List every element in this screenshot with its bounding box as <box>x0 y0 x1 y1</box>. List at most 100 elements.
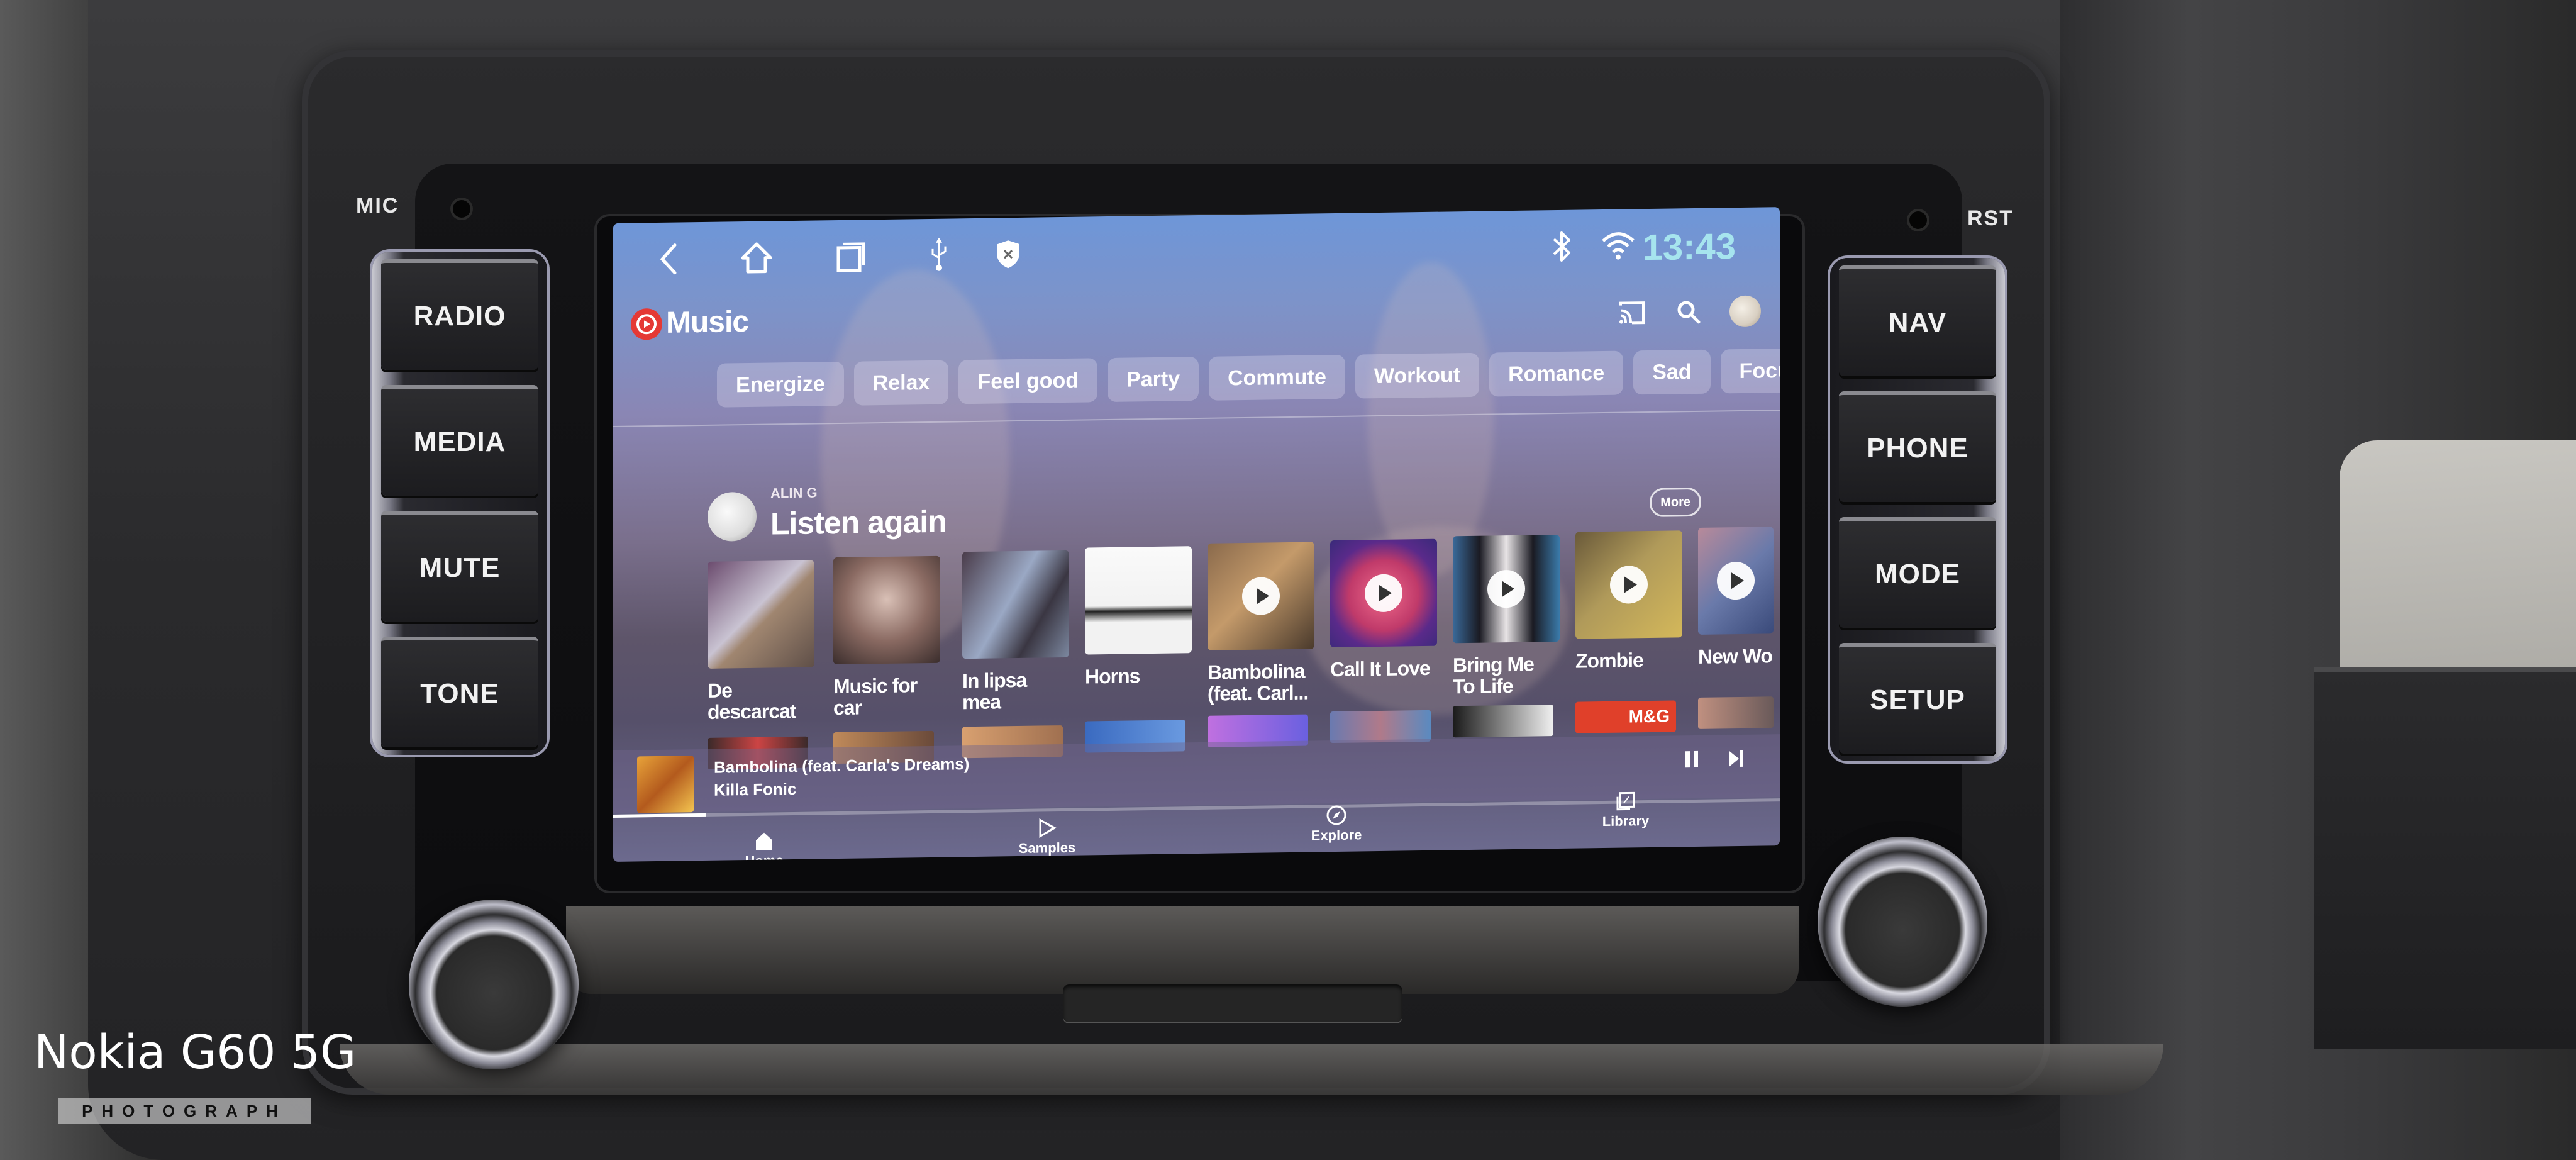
album-card[interactable]: Horns <box>1085 546 1192 688</box>
cast-icon[interactable] <box>1616 297 1648 329</box>
album-thumb-mg[interactable]: M&G <box>1575 700 1676 733</box>
rst-label: RST <box>1967 206 2014 230</box>
dashboard-lower-panel <box>2314 667 2576 1049</box>
right-button-column: NAV PHONE MODE SETUP <box>1830 258 2005 761</box>
bluetooth-icon <box>1544 229 1579 265</box>
radio-button[interactable]: RADIO <box>381 259 538 370</box>
card-slot <box>1063 984 1402 1022</box>
album-art <box>1698 527 1774 635</box>
card-title: Zombie <box>1575 649 1643 672</box>
shield-x-icon <box>991 237 1026 272</box>
left-button-column: RADIO MEDIA MUTE TONE <box>372 252 547 755</box>
home-icon[interactable] <box>739 240 774 276</box>
album-art <box>1453 534 1560 644</box>
chip-relax[interactable]: Relax <box>853 360 949 406</box>
nav-home[interactable]: Home <box>720 830 808 862</box>
album-card[interactable]: Bambolina (feat. Carl... <box>1208 542 1314 705</box>
wifi-icon <box>1601 228 1636 264</box>
play-icon[interactable] <box>1242 577 1280 616</box>
app-title: Music <box>666 304 749 340</box>
album-art <box>962 550 1069 659</box>
album-card[interactable]: Music for car <box>833 555 940 720</box>
chip-energize[interactable]: Energize <box>717 361 844 408</box>
chip-workout[interactable]: Workout <box>1355 352 1480 399</box>
more-button[interactable]: More <box>1650 487 1701 517</box>
card-title: New Wo (feat. Va <box>1698 645 1774 667</box>
samples-icon <box>1039 818 1057 839</box>
tone-button[interactable]: TONE <box>381 637 538 747</box>
tuning-knob[interactable] <box>1818 837 1987 1007</box>
album-art <box>833 555 940 665</box>
mood-chip-bar: Energize Relax Feel good Party Commute Workou… <box>717 348 1780 414</box>
card-title: Call It Love <box>1330 656 1430 681</box>
album-thumb[interactable] <box>1453 705 1553 738</box>
album-art <box>708 560 814 669</box>
mode-button[interactable]: MODE <box>1839 517 1996 628</box>
card-title: Bring Me To Life <box>1453 652 1534 698</box>
album-card[interactable]: Bring Me To Life <box>1453 534 1560 698</box>
play-icon[interactable] <box>1717 561 1755 600</box>
album-art <box>1330 538 1437 648</box>
album-art <box>1208 542 1314 650</box>
album-card[interactable]: De descarcat <box>708 560 814 723</box>
nav-library-label: Library <box>1602 812 1650 830</box>
chip-sad[interactable]: Sad <box>1633 349 1711 395</box>
album-card[interactable]: In lipsa mea <box>962 550 1069 713</box>
card-title: In lipsa mea <box>962 668 1027 714</box>
play-icon[interactable] <box>1610 566 1648 604</box>
mute-button[interactable]: MUTE <box>381 511 538 622</box>
camera-watermark-device: Nokia G60 5G <box>34 1025 357 1079</box>
now-playing-artist: Killa Fonic <box>714 779 797 800</box>
nav-explore-label: Explore <box>1311 827 1362 844</box>
mic-label: MIC <box>356 194 399 218</box>
now-playing-title: Bambolina (feat. Carla's Dreams) <box>714 754 970 777</box>
card-title: Music for car <box>833 674 918 720</box>
playback-progress-fill <box>613 813 707 818</box>
play-icon[interactable] <box>1487 569 1525 608</box>
phone-button[interactable]: PHONE <box>1839 391 1996 502</box>
app-bar: Music <box>613 281 1780 354</box>
chip-romance[interactable]: Romance <box>1489 350 1624 397</box>
recents-icon[interactable] <box>833 238 869 274</box>
nav-library[interactable]: Library <box>1582 790 1670 830</box>
volume-knob[interactable] <box>409 900 579 1069</box>
album-art <box>1085 546 1192 655</box>
play-icon[interactable] <box>1365 574 1402 613</box>
album-card[interactable]: New Wo (feat. Va <box>1698 527 1774 667</box>
card-title: Horns <box>1085 664 1140 688</box>
compass-icon <box>1326 805 1346 825</box>
chip-commute[interactable]: Commute <box>1209 354 1345 401</box>
unit-lower-gloss <box>566 906 1799 994</box>
account-avatar[interactable] <box>1729 295 1761 328</box>
section-title: Listen again <box>770 503 947 542</box>
album-card[interactable]: Zombie <box>1575 530 1682 672</box>
reset-hole[interactable] <box>1909 211 1927 229</box>
camera-watermark-caption: PHOTOGRAPH <box>58 1098 311 1124</box>
back-icon[interactable] <box>651 241 686 277</box>
card-title: De descarcat <box>708 679 796 723</box>
chip-party[interactable]: Party <box>1108 356 1199 403</box>
album-thumb[interactable] <box>1330 710 1431 744</box>
media-button[interactable]: MEDIA <box>381 385 538 496</box>
mic-hole <box>453 200 470 218</box>
card-title: Bambolina (feat. Carl... <box>1208 659 1309 705</box>
user-avatar <box>708 491 757 542</box>
search-icon[interactable] <box>1673 296 1704 328</box>
library-icon <box>1616 791 1635 811</box>
album-thumb[interactable] <box>1698 696 1774 729</box>
album-art <box>1575 530 1682 639</box>
album-card[interactable]: Call It Love <box>1330 538 1437 681</box>
skip-next-icon[interactable] <box>1723 746 1748 772</box>
nav-button[interactable]: NAV <box>1839 265 1996 376</box>
youtube-music-logo-icon <box>631 308 662 340</box>
nav-samples[interactable]: Samples <box>1003 817 1091 857</box>
status-clock: 13:43 <box>1642 226 1736 269</box>
pause-icon[interactable] <box>1679 747 1704 772</box>
usb-icon <box>921 237 957 273</box>
chip-focus[interactable]: Focus <box>1720 348 1780 394</box>
now-playing-art <box>637 756 694 813</box>
nav-explore[interactable]: Explore <box>1292 804 1380 844</box>
setup-button[interactable]: SETUP <box>1839 643 1996 754</box>
nav-samples-label: Samples <box>1018 839 1076 856</box>
chip-feel-good[interactable]: Feel good <box>958 358 1098 404</box>
